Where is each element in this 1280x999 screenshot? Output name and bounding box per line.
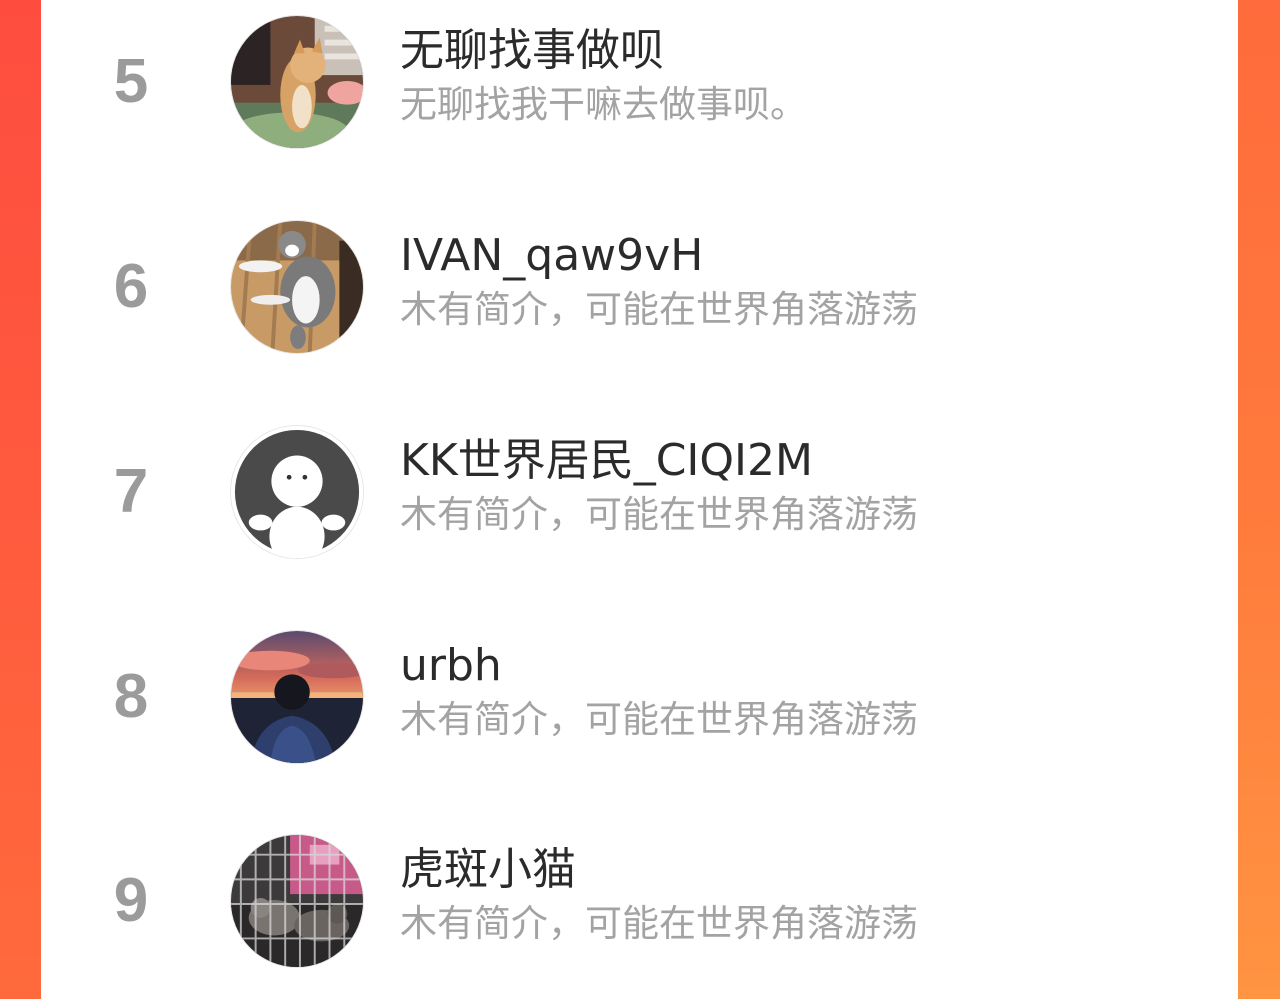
user-name[interactable]: urbh bbox=[400, 638, 502, 694]
user-name[interactable]: IVAN_qaw9vH bbox=[400, 228, 703, 284]
caged-cats-avatar-icon[interactable] bbox=[230, 834, 364, 968]
user-name[interactable]: KK世界居民_CIQI2M bbox=[400, 433, 813, 489]
list-item-user-6[interactable]: 6 IVAN_qaw9vH 木有简介，可能在世界角落游荡 bbox=[41, 212, 1238, 362]
user-bio: 木有简介，可能在世界角落游荡 bbox=[400, 288, 918, 331]
user-bio: 木有简介，可能在世界角落游荡 bbox=[400, 902, 918, 945]
list-item-user-8[interactable]: 8 urbh 木有简介，可能在世界角落游荡 bbox=[41, 622, 1238, 772]
user-bio: 木有简介，可能在世界角落游荡 bbox=[400, 493, 918, 536]
ranking-list-panel: 5 无聊找事做呗 无聊找我干嘛去做事呗。 6 IVAN_qaw9vH 木有简介，… bbox=[41, 0, 1238, 999]
list-item-user-9[interactable]: 9 虎斑小猫 木有简介，可能在世界角落游荡 bbox=[41, 826, 1238, 976]
background-left-edge bbox=[0, 0, 41, 999]
rank-number: 7 bbox=[113, 457, 149, 526]
rank-number: 9 bbox=[113, 866, 149, 935]
sunset-person-avatar-icon[interactable] bbox=[230, 630, 364, 764]
user-name[interactable]: 虎斑小猫 bbox=[400, 842, 576, 898]
list-item-user-5[interactable]: 5 无聊找事做呗 无聊找我干嘛去做事呗。 bbox=[41, 7, 1238, 157]
user-bio: 无聊找我干嘛去做事呗。 bbox=[400, 83, 807, 126]
list-item-user-7[interactable]: 7 KK世界居民_CIQI2M 木有简介，可能在世界角落游荡 bbox=[41, 417, 1238, 567]
user-bio: 木有简介，可能在世界角落游荡 bbox=[400, 698, 918, 741]
rank-number: 8 bbox=[113, 662, 149, 731]
cat-lying-avatar-icon[interactable] bbox=[230, 220, 364, 354]
default-person-avatar-icon[interactable] bbox=[230, 425, 364, 559]
user-name[interactable]: 无聊找事做呗 bbox=[400, 23, 664, 79]
cat-photo-avatar-icon[interactable] bbox=[230, 15, 364, 149]
rank-number: 6 bbox=[113, 252, 149, 321]
background-right-edge bbox=[1238, 0, 1280, 999]
rank-number: 5 bbox=[113, 47, 149, 116]
